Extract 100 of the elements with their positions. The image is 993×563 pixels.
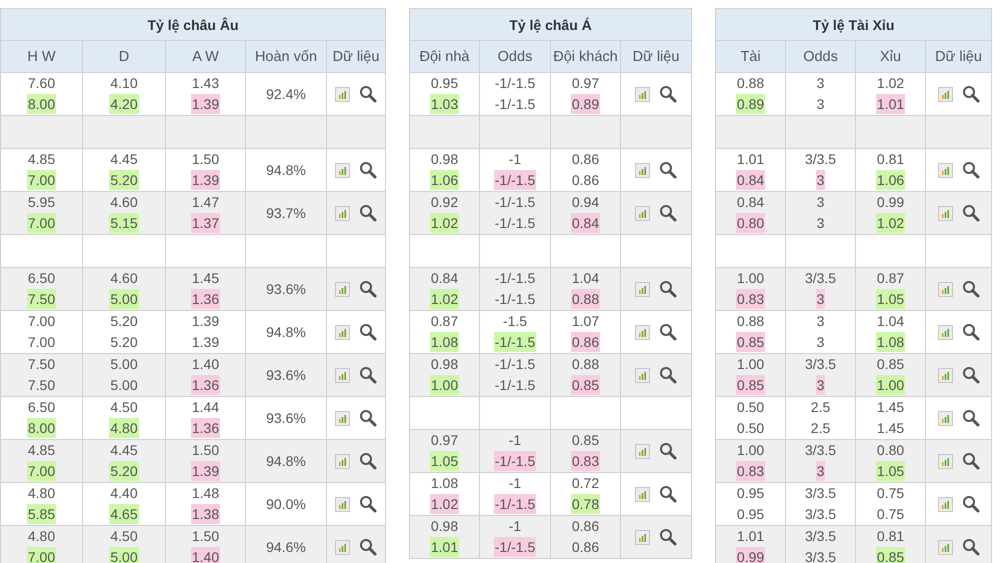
- odds-value: 3: [816, 170, 826, 190]
- search-icon[interactable]: [659, 280, 678, 298]
- search-icon[interactable]: [962, 495, 980, 513]
- odds-value: 1.39: [190, 333, 220, 352]
- odds-value: 1.40: [190, 355, 220, 374]
- search-icon[interactable]: [962, 161, 980, 179]
- search-icon[interactable]: [359, 161, 377, 179]
- payout-value: 90.0%: [265, 495, 307, 514]
- odds-value: 3/3.5: [804, 269, 838, 288]
- odds-value: 0.81: [876, 527, 906, 546]
- odds-value: 5.20: [109, 333, 139, 352]
- odds-value: 1.08: [876, 332, 906, 352]
- search-icon[interactable]: [962, 452, 980, 470]
- chart-icon[interactable]: [335, 410, 350, 426]
- chart-icon[interactable]: [938, 86, 953, 102]
- search-icon[interactable]: [962, 323, 980, 341]
- odds-value: 0.95: [430, 74, 460, 93]
- odds-value: 2.5: [810, 419, 832, 438]
- odds-value: 5.20: [109, 312, 139, 331]
- odds-value: 7.00: [26, 461, 56, 481]
- odds-value: 1.01: [736, 150, 766, 169]
- chart-icon[interactable]: [938, 496, 953, 512]
- odds-value: 3/3.5: [804, 441, 838, 460]
- payout-value: 94.8%: [265, 323, 307, 342]
- odds-value: 4.50: [109, 527, 139, 546]
- search-icon[interactable]: [359, 495, 377, 513]
- chart-icon[interactable]: [635, 162, 650, 178]
- search-icon[interactable]: [659, 204, 678, 222]
- odds-value: 1.40: [190, 547, 220, 563]
- search-icon[interactable]: [962, 280, 980, 298]
- search-icon[interactable]: [359, 409, 377, 427]
- odds-value: -1.5: [502, 312, 528, 331]
- odds-value: 0.83: [736, 289, 766, 309]
- search-icon[interactable]: [659, 485, 678, 503]
- odds-value: 6.50: [26, 398, 56, 417]
- odds-value: 1.00: [430, 375, 460, 395]
- chart-icon[interactable]: [938, 410, 953, 426]
- search-icon[interactable]: [359, 280, 377, 298]
- search-icon[interactable]: [659, 442, 678, 460]
- search-icon[interactable]: [962, 538, 980, 556]
- chart-icon[interactable]: [335, 162, 350, 178]
- odds-value: 3/3.5: [804, 150, 838, 169]
- search-icon[interactable]: [962, 409, 980, 427]
- chart-icon[interactable]: [635, 324, 650, 340]
- payout-value: 94.8%: [265, 452, 307, 471]
- payout-value: 92.4%: [265, 85, 307, 104]
- search-icon[interactable]: [359, 366, 377, 384]
- odds-value: 1.01: [736, 527, 766, 546]
- chart-icon[interactable]: [335, 324, 350, 340]
- odds-value: 5.95: [26, 193, 56, 212]
- odds-value: -1/-1.5: [494, 214, 536, 233]
- odds-value: 4.60: [109, 269, 139, 288]
- odds-value: -1: [508, 517, 522, 536]
- odds-value: 4.80: [26, 527, 56, 546]
- odds-value: 0.84: [736, 193, 766, 212]
- search-icon[interactable]: [359, 323, 377, 341]
- chart-icon[interactable]: [335, 86, 350, 102]
- odds-value: 1.02: [430, 289, 460, 309]
- odds-value: 8.00: [26, 94, 56, 114]
- search-icon[interactable]: [659, 366, 678, 384]
- odds-value: 0.85: [876, 355, 906, 374]
- search-icon[interactable]: [659, 528, 678, 546]
- search-icon[interactable]: [359, 452, 377, 470]
- search-icon[interactable]: [962, 366, 980, 384]
- search-icon[interactable]: [359, 538, 377, 556]
- odds-value: -1/-1.5: [494, 494, 536, 514]
- search-icon[interactable]: [659, 323, 678, 341]
- search-icon[interactable]: [962, 85, 980, 103]
- odds-value: -1/-1.5: [494, 355, 536, 374]
- odds-value: 0.86: [570, 171, 600, 190]
- odds-value: 1.37: [190, 213, 220, 233]
- odds-value: 1.08: [430, 474, 460, 493]
- odds-value: 4.50: [109, 398, 139, 417]
- column-header: Tài: [716, 40, 786, 72]
- odds-value: 4.85: [26, 441, 56, 460]
- odds-value: 1.00: [736, 355, 766, 374]
- odds-value: 0.87: [430, 312, 460, 331]
- search-icon[interactable]: [962, 204, 980, 222]
- odds-value: 0.86: [570, 332, 600, 352]
- chart-icon[interactable]: [938, 162, 953, 178]
- chart-icon[interactable]: [635, 486, 650, 502]
- search-icon[interactable]: [359, 204, 377, 222]
- odds-value: -1/-1.5: [494, 269, 536, 288]
- odds-value: 1.02: [876, 74, 906, 93]
- odds-value: 3: [816, 461, 826, 481]
- odds-value: 4.80: [109, 418, 139, 438]
- search-icon[interactable]: [659, 85, 678, 103]
- odds-value: 0.85: [570, 431, 600, 450]
- odds-value: -1: [508, 431, 522, 450]
- chart-icon[interactable]: [938, 324, 953, 340]
- chart-icon[interactable]: [635, 86, 650, 102]
- odds-value: 0.84: [736, 170, 766, 190]
- chart-icon[interactable]: [335, 496, 350, 512]
- search-icon[interactable]: [659, 161, 678, 179]
- search-icon[interactable]: [359, 85, 377, 103]
- odds-value: 0.98: [430, 355, 460, 374]
- column-header: Dữ liệu: [620, 40, 692, 72]
- odds-value: 5.00: [109, 289, 139, 309]
- odds-value: 0.86: [570, 150, 600, 169]
- odds-value: 0.99: [876, 193, 906, 212]
